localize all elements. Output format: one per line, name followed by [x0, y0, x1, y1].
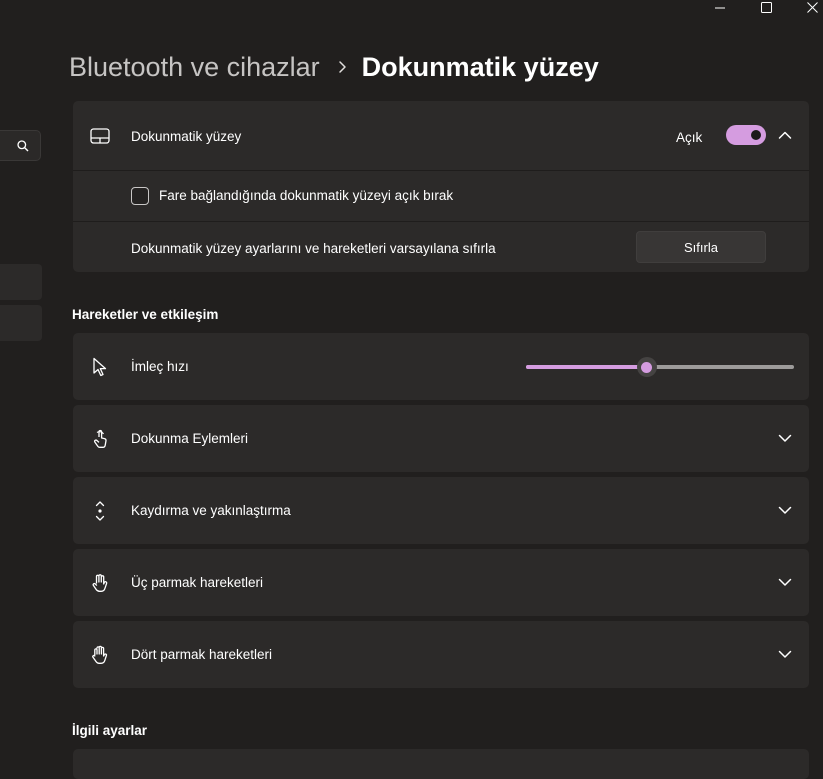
reset-row: Dokunmatik yüzey ayarlarını ve hareketle…	[73, 222, 809, 272]
minimize-icon	[715, 7, 725, 9]
chevron-down-icon	[778, 575, 792, 589]
search-box[interactable]	[0, 130, 41, 161]
slider-fill	[526, 365, 647, 369]
breadcrumb-parent-link[interactable]: Bluetooth ve cihazlar	[69, 52, 320, 83]
close-button[interactable]	[789, 0, 823, 14]
tap-actions-row[interactable]: Dokunma Eylemleri	[73, 405, 809, 472]
checkbox-label[interactable]: Fare bağlandığında dokunmatik yüzeyi açı…	[159, 188, 453, 203]
four-finger-icon	[90, 645, 110, 665]
touchpad-header-row[interactable]: Dokunmatik yüzey Açık	[73, 101, 809, 170]
touchpad-toggle[interactable]	[726, 125, 766, 145]
cursor-speed-label: İmleç hızı	[131, 359, 189, 374]
chevron-down-icon	[778, 503, 792, 517]
four-finger-label: Dört parmak hareketleri	[131, 647, 273, 662]
touchpad-icon	[90, 126, 110, 146]
mouse-connected-row: Fare bağlandığında dokunmatik yüzeyi açı…	[73, 171, 809, 221]
nav-item[interactable]	[0, 305, 42, 341]
maximize-icon	[760, 1, 772, 13]
toggle-state-label: Açık	[676, 130, 703, 145]
chevron-up-icon[interactable]	[778, 128, 792, 142]
scroll-zoom-icon	[90, 501, 110, 521]
nav-item[interactable]	[0, 264, 42, 300]
reset-button[interactable]: Sıfırla	[636, 231, 766, 263]
chevron-right-icon	[338, 60, 348, 74]
page-title: Dokunmatik yüzey	[361, 51, 599, 82]
minimize-button[interactable]	[697, 0, 743, 14]
search-icon	[17, 139, 29, 151]
maximize-button[interactable]	[743, 0, 789, 14]
tap-icon	[90, 429, 110, 449]
three-finger-label: Üç parmak hareketleri	[131, 575, 264, 590]
related-section-title: İlgili ayarlar	[72, 723, 148, 738]
tap-actions-label: Dokunma Eylemleri	[131, 431, 249, 446]
scroll-zoom-label: Kaydırma ve yakınlaştırma	[131, 503, 291, 518]
toggle-knob	[751, 130, 761, 140]
slider-thumb[interactable]	[636, 357, 657, 377]
chevron-down-icon	[778, 431, 792, 445]
reset-description: Dokunmatik yüzey ayarlarını ve hareketle…	[131, 241, 496, 256]
keep-touchpad-on-checkbox[interactable]	[131, 187, 149, 205]
touchpad-title: Dokunmatik yüzey	[131, 129, 242, 144]
scroll-zoom-row[interactable]: Kaydırma ve yakınlaştırma	[73, 477, 809, 544]
cursor-speed-slider[interactable]	[526, 357, 794, 377]
three-finger-icon	[90, 573, 110, 593]
three-finger-row[interactable]: Üç parmak hareketleri	[73, 549, 809, 616]
breadcrumb: Bluetooth ve cihazlar Dokunmatik yüzey	[69, 48, 599, 86]
cursor-speed-card: İmleç hızı	[73, 333, 809, 400]
cursor-icon	[90, 357, 110, 377]
four-finger-row[interactable]: Dört parmak hareketleri	[73, 621, 809, 688]
related-settings-card[interactable]	[73, 749, 809, 779]
touchpad-card: Dokunmatik yüzey Açık Fare bağlandığında…	[73, 101, 809, 272]
gestures-section-title: Hareketler ve etkileşim	[72, 307, 219, 322]
chevron-down-icon	[778, 647, 792, 661]
close-icon	[806, 1, 818, 13]
